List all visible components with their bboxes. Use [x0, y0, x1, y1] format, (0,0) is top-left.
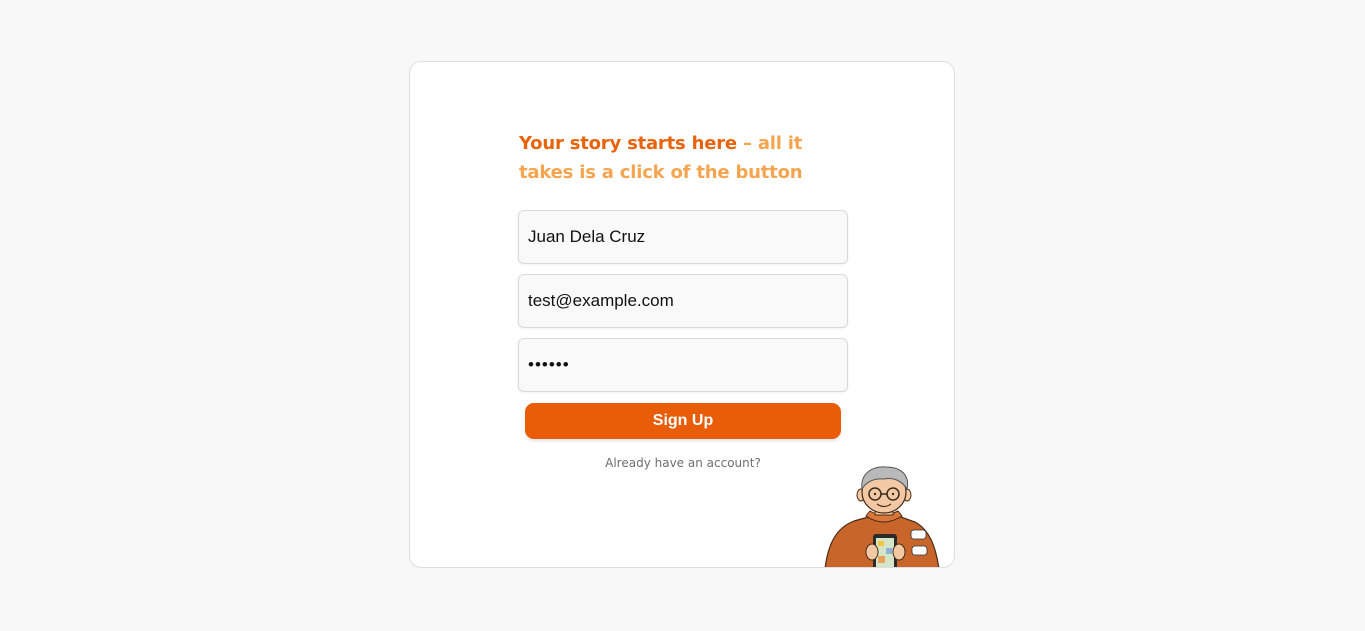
- headline: Your story starts here – all it takes is…: [519, 129, 859, 187]
- password-input[interactable]: [518, 338, 848, 392]
- signup-card: Your story starts here – all it takes is…: [409, 61, 955, 568]
- grandpa-with-phone-illustration: [824, 466, 940, 567]
- headline-strong: Your story starts here: [519, 133, 737, 154]
- name-input[interactable]: [518, 210, 848, 264]
- login-link[interactable]: Already have an account?: [518, 456, 848, 470]
- email-input[interactable]: [518, 274, 848, 328]
- sign-up-button[interactable]: Sign Up: [525, 403, 841, 439]
